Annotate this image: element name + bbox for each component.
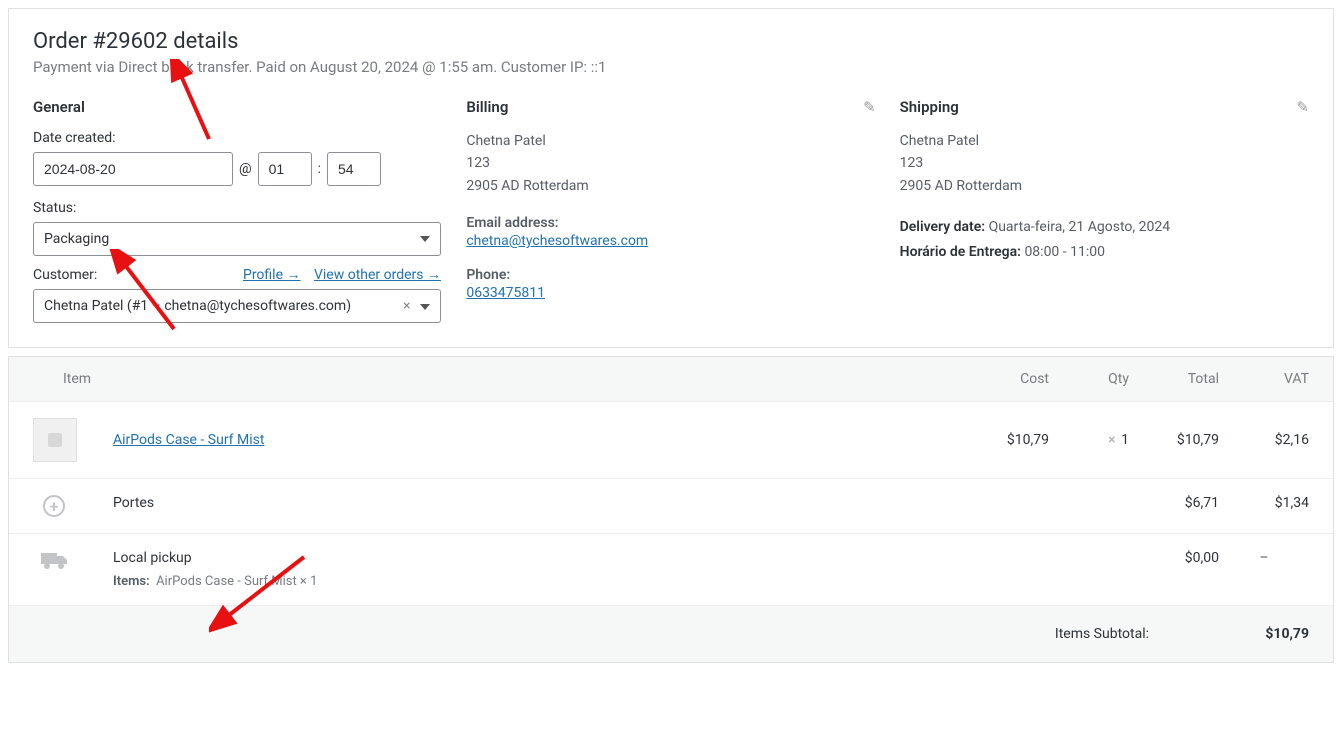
truck-icon (41, 550, 69, 570)
product-link[interactable]: AirPods Case - Surf Mist (113, 432, 264, 448)
shipping-name: Chetna Patel (900, 130, 1309, 152)
shipping-vat: $1,34 (1219, 495, 1309, 511)
customer-value: Chetna Patel (#1 – chetna@tychesoftwares… (44, 298, 351, 314)
shipping-row: Local pickup Items: AirPods Case - Surf … (9, 534, 1333, 606)
view-other-orders-link[interactable]: View other orders (314, 267, 441, 283)
billing-name: Chetna Patel (466, 130, 875, 152)
subtotal-value: $10,79 (1249, 626, 1309, 642)
subtotal-label: Items Subtotal: (1055, 626, 1149, 642)
col-qty: Qty (1049, 371, 1129, 387)
item-cost: $10,79 (959, 432, 1049, 448)
chevron-down-icon (420, 304, 430, 310)
billing-line1: 123 (466, 152, 875, 174)
billing-email-link[interactable]: chetna@tychesoftwares.com (466, 233, 648, 249)
status-select[interactable]: Packaging (33, 222, 441, 256)
totals-row: Items Subtotal: $10,79 (9, 606, 1333, 662)
clear-customer-icon[interactable]: × (403, 298, 410, 314)
item-qty: × 1 (1049, 432, 1129, 448)
shipping-row: + Portes $6,71 $1,34 (9, 479, 1333, 534)
items-table-header: Item Cost Qty Total VAT (9, 357, 1333, 402)
shipping-line1: 123 (900, 152, 1309, 174)
shipping-total: $0,00 (1129, 550, 1219, 566)
billing-phone-link[interactable]: 0633475811 (466, 285, 545, 301)
at-separator: @ (239, 161, 252, 177)
shipping-vat: – (1219, 550, 1309, 566)
shipping-column: ✎ Shipping Chetna Patel 123 2905 AD Rott… (900, 98, 1309, 323)
edit-billing-icon[interactable]: ✎ (863, 98, 876, 116)
hour-input[interactable] (258, 152, 312, 186)
col-vat: VAT (1219, 371, 1309, 387)
billing-column: ✎ Billing Chetna Patel 123 2905 AD Rotte… (466, 98, 899, 323)
delivery-time-value: 08:00 - 11:00 (1024, 244, 1105, 260)
billing-line2: 2905 AD Rotterdam (466, 175, 875, 197)
date-input[interactable] (33, 152, 233, 186)
order-details-panel: Order #29602 details Payment via Direct … (8, 8, 1334, 348)
col-cost: Cost (959, 371, 1049, 387)
general-column: General Date created: @ : Status: Packag… (33, 98, 466, 323)
delivery-date-value: Quarta-feira, 21 Agosto, 2024 (989, 219, 1171, 235)
shipping-total: $6,71 (1129, 495, 1219, 511)
order-items-panel: Item Cost Qty Total VAT AirPods Case - S… (8, 356, 1334, 663)
shipping-heading: Shipping (900, 98, 1309, 116)
plus-circle-icon: + (43, 495, 65, 517)
time-colon: : (318, 161, 321, 177)
delivery-date-label: Delivery date: (900, 219, 985, 235)
order-title: Order #29602 details (33, 29, 1309, 54)
customer-select[interactable]: Chetna Patel (#1 – chetna@tychesoftwares… (33, 289, 441, 323)
order-subtitle: Payment via Direct bank transfer. Paid o… (33, 58, 1309, 76)
shipping-method-name: Portes (113, 495, 959, 511)
billing-heading: Billing (466, 98, 875, 116)
shipping-items-list: Items: AirPods Case - Surf Mist × 1 (113, 574, 959, 589)
profile-link[interactable]: Profile (243, 267, 301, 283)
item-vat: $2,16 (1219, 432, 1309, 448)
customer-label: Customer: (33, 267, 97, 283)
col-item: Item (63, 371, 959, 387)
delivery-time-label: Horário de Entrega: (900, 244, 1021, 260)
shipping-line2: 2905 AD Rotterdam (900, 175, 1309, 197)
billing-phone-label: Phone: (466, 267, 875, 283)
table-row: AirPods Case - Surf Mist $10,79 × 1 $10,… (9, 402, 1333, 479)
general-heading: General (33, 98, 442, 116)
item-total: $10,79 (1129, 432, 1219, 448)
date-created-label: Date created: (33, 130, 442, 146)
edit-shipping-icon[interactable]: ✎ (1296, 98, 1309, 116)
col-total: Total (1129, 371, 1219, 387)
status-label: Status: (33, 200, 442, 216)
product-thumbnail (33, 418, 77, 462)
status-value: Packaging (44, 231, 109, 247)
chevron-down-icon (420, 236, 430, 242)
minute-input[interactable] (327, 152, 381, 186)
shipping-method-name: Local pickup (113, 550, 959, 566)
billing-email-label: Email address: (466, 215, 875, 231)
